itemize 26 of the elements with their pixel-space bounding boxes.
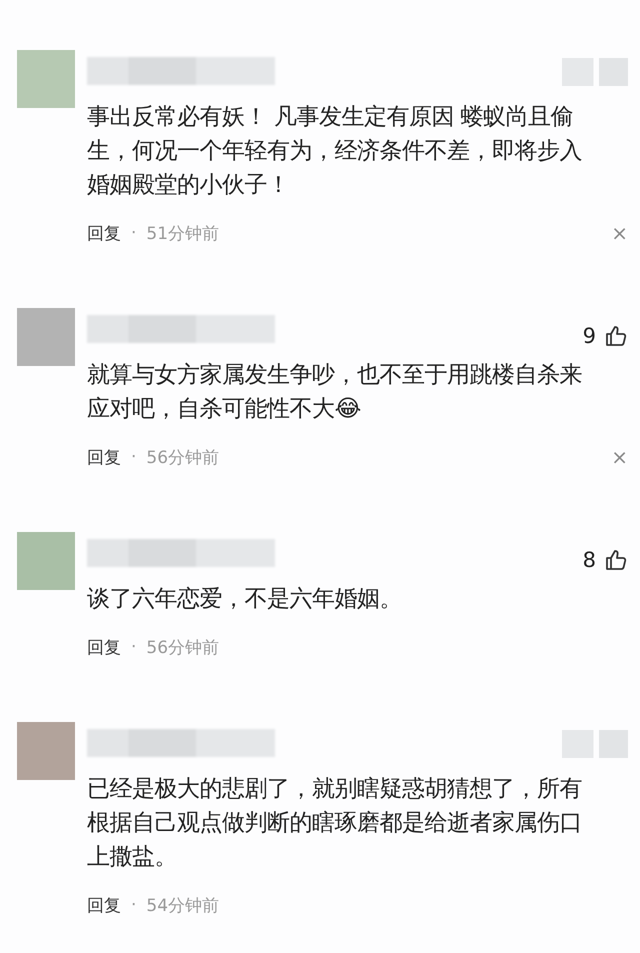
like-count: 8	[582, 548, 596, 572]
reply-link[interactable]: 回复	[87, 894, 121, 916]
like-count: 9	[582, 324, 596, 348]
comment-text: 已经是极大的悲剧了，就别瞎疑惑胡猜想了，所有根据自己观点做判断的瞎琢磨都是给逝者家属伤口上撒盐。	[87, 775, 583, 872]
thumbs-up-icon[interactable]	[604, 324, 628, 348]
separator-dot: ·	[131, 637, 136, 657]
separator-dot: ·	[131, 223, 136, 243]
avatar[interactable]	[17, 50, 75, 108]
timestamp: 51分钟前	[146, 222, 220, 244]
timestamp: 56分钟前	[146, 446, 220, 468]
avatar[interactable]	[17, 722, 75, 780]
separator-dot: ·	[131, 895, 136, 915]
blurred-like-area	[562, 58, 628, 86]
reply-link[interactable]: 回复	[87, 636, 121, 658]
avatar[interactable]	[17, 532, 75, 590]
avatar[interactable]	[17, 308, 75, 366]
blurred-like-area	[562, 730, 628, 758]
timestamp: 56分钟前	[146, 636, 220, 658]
comment-text: 就算与女方家属发生争吵，也不至于用跳楼自杀来应对吧，自杀可能性不大😂	[87, 361, 583, 424]
separator-dot: ·	[131, 447, 136, 467]
thumbs-up-icon[interactable]	[604, 548, 628, 572]
reply-link[interactable]: 回复	[87, 446, 121, 468]
comment-text: 事出反常必有妖！ 凡事发生定有原因 蝼蚁尚且偷生，何况一个年轻有为，经济条件不差，即将步入婚姻殿堂的小伙子！	[87, 103, 583, 200]
reply-link[interactable]: 回复	[87, 222, 121, 244]
timestamp: 54分钟前	[146, 894, 220, 916]
comment-text: 谈了六年恋爱，不是六年婚姻。	[87, 585, 403, 614]
